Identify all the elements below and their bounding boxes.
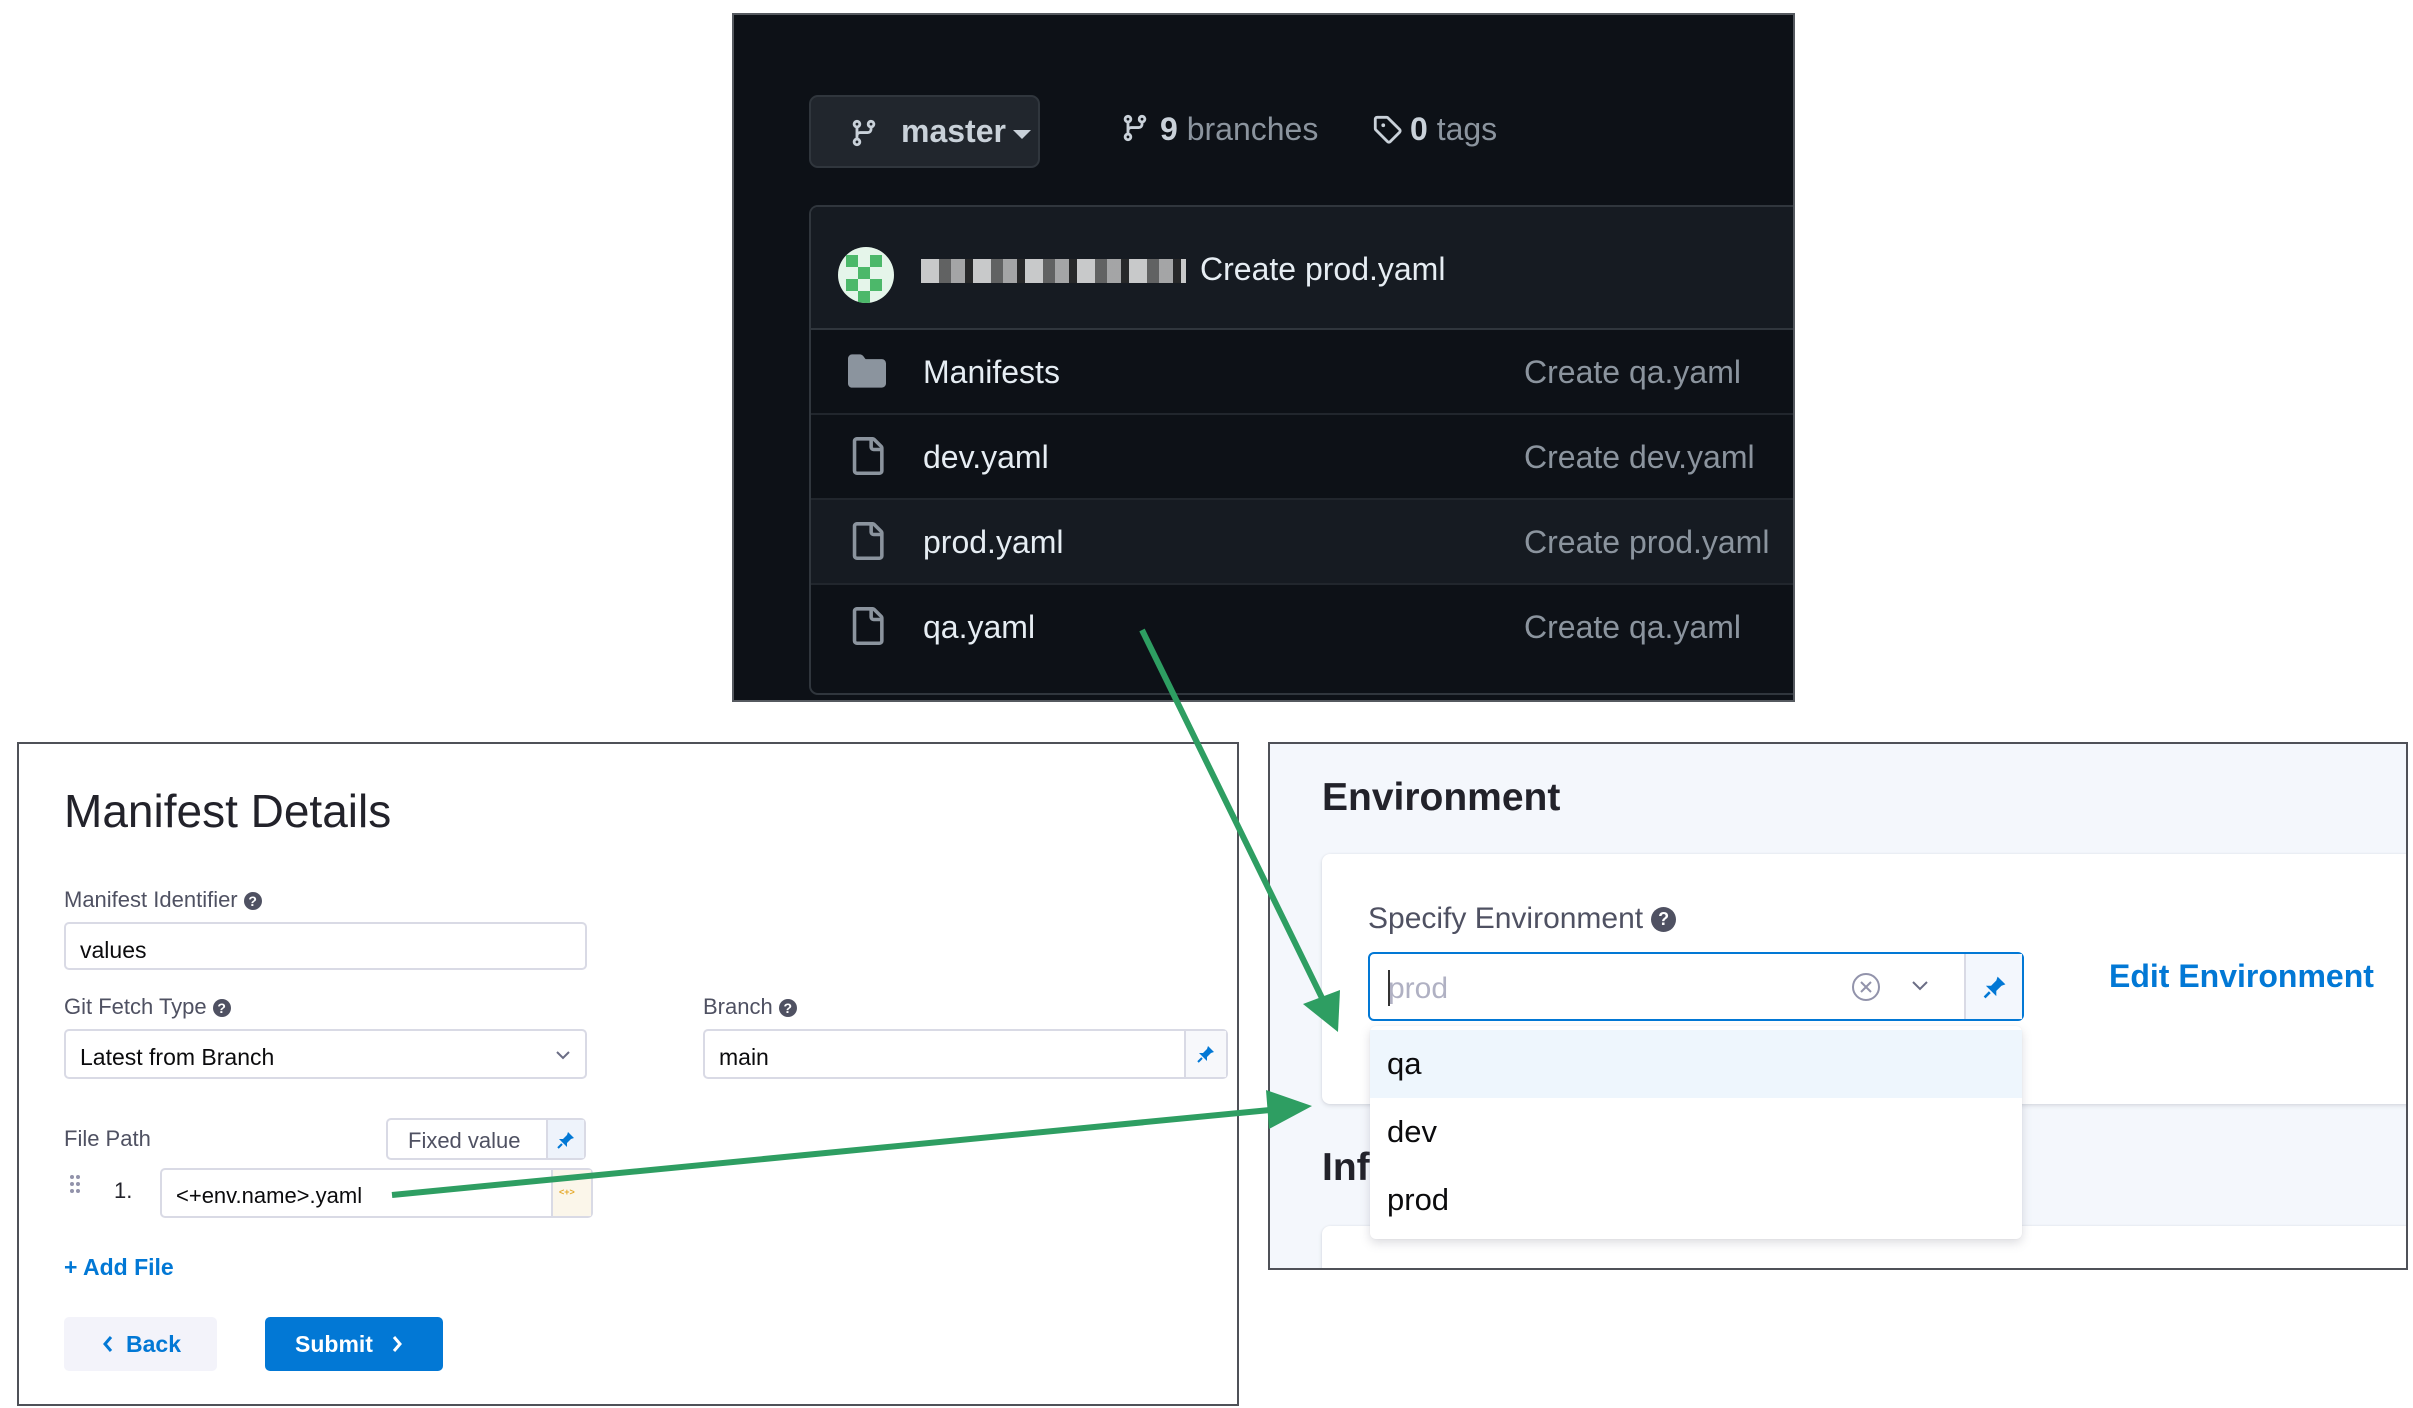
next-section-title: Inf: [1322, 1146, 1370, 1189]
help-icon[interactable]: ?: [1651, 907, 1677, 932]
specify-environment-label: Specify Environment?: [1368, 902, 1677, 936]
section-title: Environment: [1322, 776, 1561, 819]
environment-dropdown-menu: qa dev prod: [1370, 1026, 2022, 1239]
latest-commit-message[interactable]: Create prod.yaml: [1200, 251, 1445, 288]
file-name[interactable]: prod.yaml: [923, 524, 1064, 561]
text-cursor: [1388, 970, 1390, 1006]
tags-count: 0: [1410, 111, 1428, 147]
file-list: Create prod.yaml Manifests Create qa.yam…: [809, 205, 1793, 695]
menu-item-label: prod: [1387, 1182, 1450, 1217]
file-commit-message[interactable]: Create dev.yaml: [1524, 439, 1755, 476]
menu-item-label: dev: [1387, 1114, 1437, 1149]
back-button[interactable]: Back: [64, 1317, 217, 1371]
file-row[interactable]: Manifests Create qa.yaml: [811, 330, 1793, 415]
label-text: Branch: [703, 994, 773, 1019]
tag-icon: [1373, 115, 1402, 144]
branches-link[interactable]: 9 branches: [1120, 111, 1318, 148]
file-row[interactable]: dev.yaml Create dev.yaml: [811, 415, 1793, 500]
file-path-label: File Path: [64, 1126, 151, 1151]
branch-selector-button[interactable]: master: [809, 95, 1040, 168]
menu-item[interactable]: prod: [1370, 1166, 2022, 1234]
environment-input[interactable]: prod: [1388, 972, 1448, 1006]
select-value: Latest from Branch: [80, 1044, 275, 1070]
label-text: Specify Environment: [1368, 902, 1644, 935]
menu-item[interactable]: qa: [1370, 1030, 2022, 1098]
tags-label: tags: [1436, 111, 1498, 147]
avatar: [838, 247, 894, 303]
menu-item[interactable]: dev: [1370, 1098, 2022, 1166]
help-icon[interactable]: ?: [212, 999, 231, 1017]
branch-input[interactable]: main: [703, 1029, 1228, 1079]
pin-icon: [557, 1132, 574, 1149]
branches-label: branches: [1186, 111, 1319, 147]
menu-item-label: qa: [1387, 1046, 1422, 1081]
file-name[interactable]: Manifests: [923, 354, 1060, 391]
git-branch-icon: [1123, 114, 1147, 142]
manifest-identifier-label: Manifest Identifier?: [64, 887, 262, 913]
fixed-value-label: Fixed value: [408, 1128, 521, 1153]
file-icon: [852, 607, 884, 645]
pin-icon: [1983, 976, 2006, 999]
environment-select[interactable]: prod: [1368, 952, 2024, 1021]
file-path-input[interactable]: <+env.name>.yaml <+>: [160, 1168, 593, 1218]
help-icon[interactable]: ?: [778, 999, 797, 1017]
file-icon: [852, 437, 884, 475]
manifest-details-panel: Manifest Details Manifest Identifier? va…: [17, 742, 1239, 1406]
fixed-value-toggle[interactable]: Fixed value: [386, 1118, 586, 1160]
file-row[interactable]: qa.yaml Create qa.yaml: [811, 585, 1793, 670]
input-value: main: [719, 1044, 769, 1070]
pin-button[interactable]: [1964, 954, 2022, 1019]
help-icon[interactable]: ?: [243, 892, 262, 910]
chevron-down-icon[interactable]: [1910, 979, 1930, 993]
label-text: Manifest Identifier: [64, 887, 238, 912]
expression-icon: <+>: [559, 1187, 575, 1197]
blurred-author-name: [921, 259, 1186, 283]
file-row[interactable]: prod.yaml Create prod.yaml: [811, 500, 1793, 585]
back-label: Back: [126, 1331, 181, 1357]
github-repo-panel: master 9 branches 0 tags Create prod.yam…: [732, 13, 1795, 702]
submit-label: Submit: [295, 1331, 373, 1357]
chevron-down-icon: [1013, 130, 1031, 139]
file-index: 1.: [114, 1178, 133, 1203]
chevron-left-icon: [103, 1336, 113, 1352]
input-value: <+env.name>.yaml: [176, 1183, 363, 1208]
git-branch-icon: [852, 119, 876, 147]
input-value: values: [80, 937, 147, 963]
chevron-down-icon: [556, 1051, 570, 1060]
file-commit-message[interactable]: Create prod.yaml: [1524, 524, 1769, 561]
git-fetch-type-label: Git Fetch Type?: [64, 994, 231, 1020]
git-fetch-type-select[interactable]: Latest from Branch: [64, 1029, 587, 1079]
branch-name: master: [901, 113, 1006, 149]
pin-icon: [1197, 1046, 1214, 1063]
chevron-right-icon: [392, 1336, 402, 1352]
latest-commit-row: Create prod.yaml: [811, 207, 1793, 330]
pin-button[interactable]: [546, 1120, 584, 1158]
clear-icon[interactable]: [1850, 971, 1882, 1003]
tags-link[interactable]: 0 tags: [1372, 111, 1497, 148]
branch-label: Branch?: [703, 994, 797, 1020]
file-commit-message[interactable]: Create qa.yaml: [1524, 609, 1741, 646]
drag-handle-icon[interactable]: [69, 1174, 81, 1200]
folder-icon: [848, 354, 886, 388]
file-commit-message[interactable]: Create qa.yaml: [1524, 354, 1741, 391]
file-name[interactable]: qa.yaml: [923, 609, 1035, 646]
branches-count: 9: [1160, 111, 1178, 147]
manifest-identifier-input[interactable]: values: [64, 922, 587, 970]
label-text: Git Fetch Type: [64, 994, 207, 1019]
file-icon: [852, 522, 884, 560]
file-name[interactable]: dev.yaml: [923, 439, 1049, 476]
expression-button[interactable]: <+>: [551, 1170, 591, 1216]
pin-button[interactable]: [1184, 1031, 1226, 1077]
submit-button[interactable]: Submit: [265, 1317, 443, 1371]
environment-panel: Environment Inf Specify Environment? pro…: [1268, 742, 2408, 1270]
add-file-button[interactable]: + Add File: [64, 1254, 174, 1281]
page-title: Manifest Details: [64, 785, 392, 837]
edit-environment-link[interactable]: Edit Environment: [2109, 958, 2374, 995]
